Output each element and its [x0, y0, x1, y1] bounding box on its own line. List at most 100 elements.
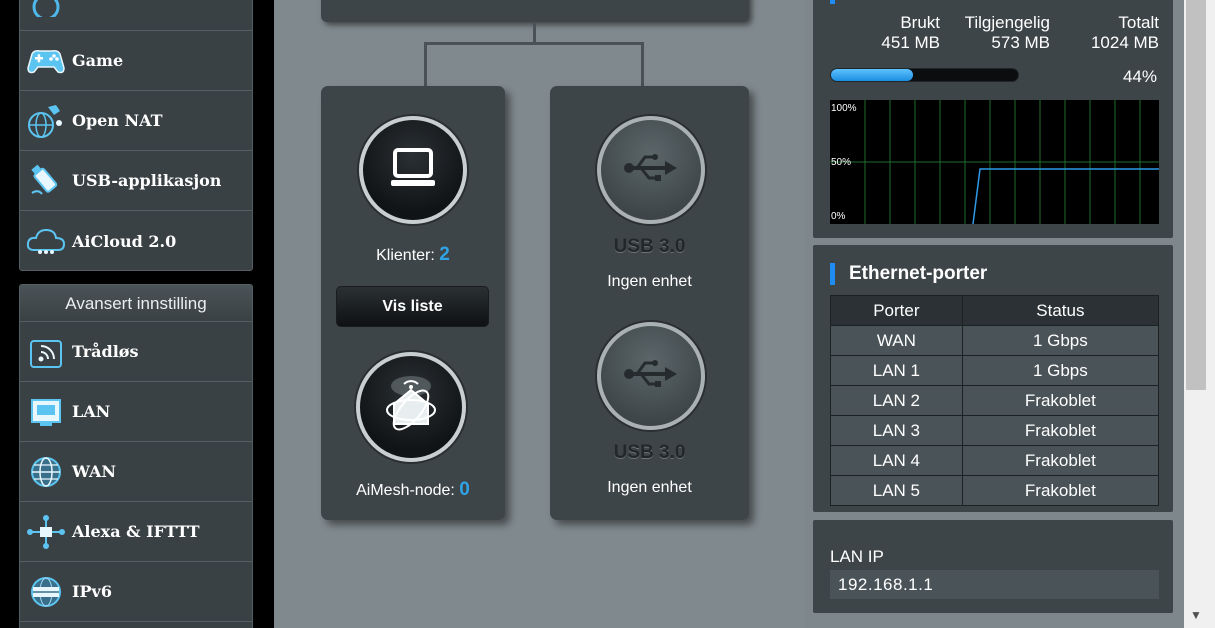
- scrollbar-thumb[interactable]: [1186, 0, 1206, 390]
- usb-icon: [621, 356, 681, 397]
- memory-usage-chart: 100% 50% 0%: [830, 100, 1159, 224]
- table-row: LAN 2 Frakoblet: [830, 385, 1160, 416]
- memory-total-value: 1024 MB: [1090, 33, 1159, 52]
- sidebar-item-label: Game: [72, 51, 124, 70]
- cloud-icon: [20, 211, 72, 271]
- memory-available: Tilgjengelig 573 MB: [943, 13, 1050, 53]
- port-name: WAN: [830, 325, 963, 356]
- memory-used: Brukt 451 MB: [853, 13, 940, 53]
- sidebar-item-wan[interactable]: WAN: [20, 442, 252, 502]
- table-row: WAN 1 Gbps: [830, 325, 1160, 356]
- scroll-down-arrow-icon[interactable]: ▼: [1190, 608, 1202, 622]
- memory-panel: Brukt 451 MB Tilgjengelig 573 MB Totalt …: [813, 0, 1173, 238]
- lan-ip-value: 192.168.1.1: [830, 570, 1159, 599]
- connector-line: [641, 42, 644, 86]
- table-row: LAN 3 Frakoblet: [830, 415, 1160, 446]
- aimesh-icon: [378, 372, 444, 443]
- sidebar-item-label: Alexa & IFTTT: [72, 522, 200, 541]
- aimesh-text: AiMesh-node: 0: [321, 479, 505, 501]
- ethernet-table: Porter Status WAN 1 Gbps LAN 1 1 Gbps LA…: [830, 295, 1160, 506]
- sidebar-item-label: WAN: [72, 462, 116, 481]
- sidebar-item-open-nat[interactable]: Open NAT: [20, 91, 252, 151]
- sidebar-item-label: LAN: [72, 402, 111, 421]
- lan-ip-panel: LAN IP 192.168.1.1: [813, 520, 1173, 613]
- sidebar-item-label: Trådløs: [72, 342, 139, 361]
- port-name: LAN 2: [830, 385, 963, 416]
- connector-line: [424, 42, 644, 45]
- gamepad-icon: [20, 31, 72, 91]
- table-row: LAN 4 Frakoblet: [830, 445, 1160, 476]
- table-row: LAN 1 1 Gbps: [830, 355, 1160, 386]
- aimesh-button[interactable]: [356, 352, 466, 462]
- memory-available-value: 573 MB: [991, 33, 1050, 52]
- aimesh-label: AiMesh-node:: [356, 482, 455, 499]
- column-header: Porter: [830, 295, 963, 326]
- memory-used-value: 451 MB: [881, 33, 940, 52]
- sidebar-item-label: USB-applikasjon: [72, 171, 222, 190]
- alexa-ifttt-icon: [20, 502, 72, 562]
- usb-port-2-label: USB 3.0: [613, 442, 686, 463]
- ethernet-panel: Ethernet-porter Porter Status WAN 1 Gbps…: [813, 245, 1173, 512]
- sidebar-item-usb-app[interactable]: USB-applikasjon: [20, 151, 252, 211]
- lan-ip-label: LAN IP: [830, 547, 884, 566]
- clients-count[interactable]: 2: [439, 244, 450, 265]
- section-marker: [830, 263, 835, 285]
- sidebar-item-label: IPv6: [72, 582, 112, 601]
- computer-icon: [389, 146, 437, 195]
- sidebar-item-lan[interactable]: LAN: [20, 382, 252, 442]
- open-nat-icon: [20, 91, 72, 151]
- sidebar: Game Open NAT USB-applikasjon AiCloud 2.…: [0, 0, 274, 628]
- sidebar-item-traffic-analyzer[interactable]: [20, 0, 252, 31]
- wifi-icon: [20, 322, 72, 382]
- sidebar-item-wireless[interactable]: Trådløs: [20, 322, 252, 382]
- usb-port-2-status: Ingen enhet: [607, 479, 692, 496]
- page-scrollbar[interactable]: ▼: [1184, 0, 1215, 628]
- memory-available-label: Tilgjengelig: [964, 13, 1050, 32]
- clients-text: Klienter: 2: [321, 244, 505, 266]
- memory-used-label: Brukt: [900, 13, 940, 32]
- connector-line: [424, 42, 427, 86]
- chart-tick-100: 100%: [831, 103, 857, 114]
- advanced-settings-header: Avansert innstilling: [20, 285, 252, 322]
- usb-port-1-button[interactable]: [597, 116, 705, 224]
- status-panel: Brukt 451 MB Tilgjengelig 573 MB Totalt …: [805, 0, 1184, 628]
- view-list-button[interactable]: Vis liste: [336, 286, 489, 327]
- clients-button[interactable]: [359, 116, 467, 224]
- sidebar-item-ipv6[interactable]: IPv6: [20, 562, 252, 622]
- ethernet-title: Ethernet-porter: [849, 263, 988, 284]
- globe-icon: [20, 442, 72, 502]
- aimesh-count[interactable]: 0: [459, 479, 470, 500]
- port-status: Frakoblet: [961, 445, 1160, 476]
- usb-port-1-status: Ingen enhet: [607, 273, 692, 290]
- port-status: Frakoblet: [961, 415, 1160, 446]
- ipv6-icon: [20, 562, 72, 622]
- port-name: LAN 1: [830, 355, 963, 386]
- router-box[interactable]: [321, 0, 749, 22]
- chart-tick-50: 50%: [831, 157, 852, 168]
- sidebar-item-label: AiCloud 2.0: [72, 231, 177, 251]
- memory-usage-line: [972, 168, 1159, 224]
- port-name: LAN 5: [830, 475, 963, 506]
- sidebar-item-alexa-ifttt[interactable]: Alexa & IFTTT: [20, 502, 252, 562]
- usb-icon: [621, 150, 681, 191]
- memory-total-label: Totalt: [1118, 13, 1159, 32]
- network-map: Klienter: 2 Vis liste AiMesh-node: 0 USB…: [274, 0, 805, 628]
- port-status: Frakoblet: [961, 385, 1160, 416]
- port-name: LAN 3: [830, 415, 963, 446]
- general-menu: Game Open NAT USB-applikasjon AiCloud 2.…: [19, 0, 253, 271]
- column-header: Status: [961, 295, 1160, 326]
- memory-progress-bar: [830, 68, 1019, 82]
- table-row: LAN 5 Frakoblet: [830, 475, 1160, 506]
- usb-port-1-label: USB 3.0: [613, 236, 686, 257]
- connector-line: [533, 22, 536, 44]
- sidebar-item-game[interactable]: Game: [20, 31, 252, 91]
- port-status: 1 Gbps: [961, 325, 1160, 356]
- memory-progress-fill: [831, 69, 914, 81]
- port-status: Frakoblet: [961, 475, 1160, 506]
- memory-percent: 44%: [1122, 67, 1157, 86]
- sidebar-item-label: Open NAT: [72, 111, 163, 130]
- sidebar-item-aicloud[interactable]: AiCloud 2.0: [20, 211, 252, 271]
- usb-port-2-button[interactable]: [597, 322, 705, 430]
- port-name: LAN 4: [830, 445, 963, 476]
- section-marker: [830, 0, 835, 4]
